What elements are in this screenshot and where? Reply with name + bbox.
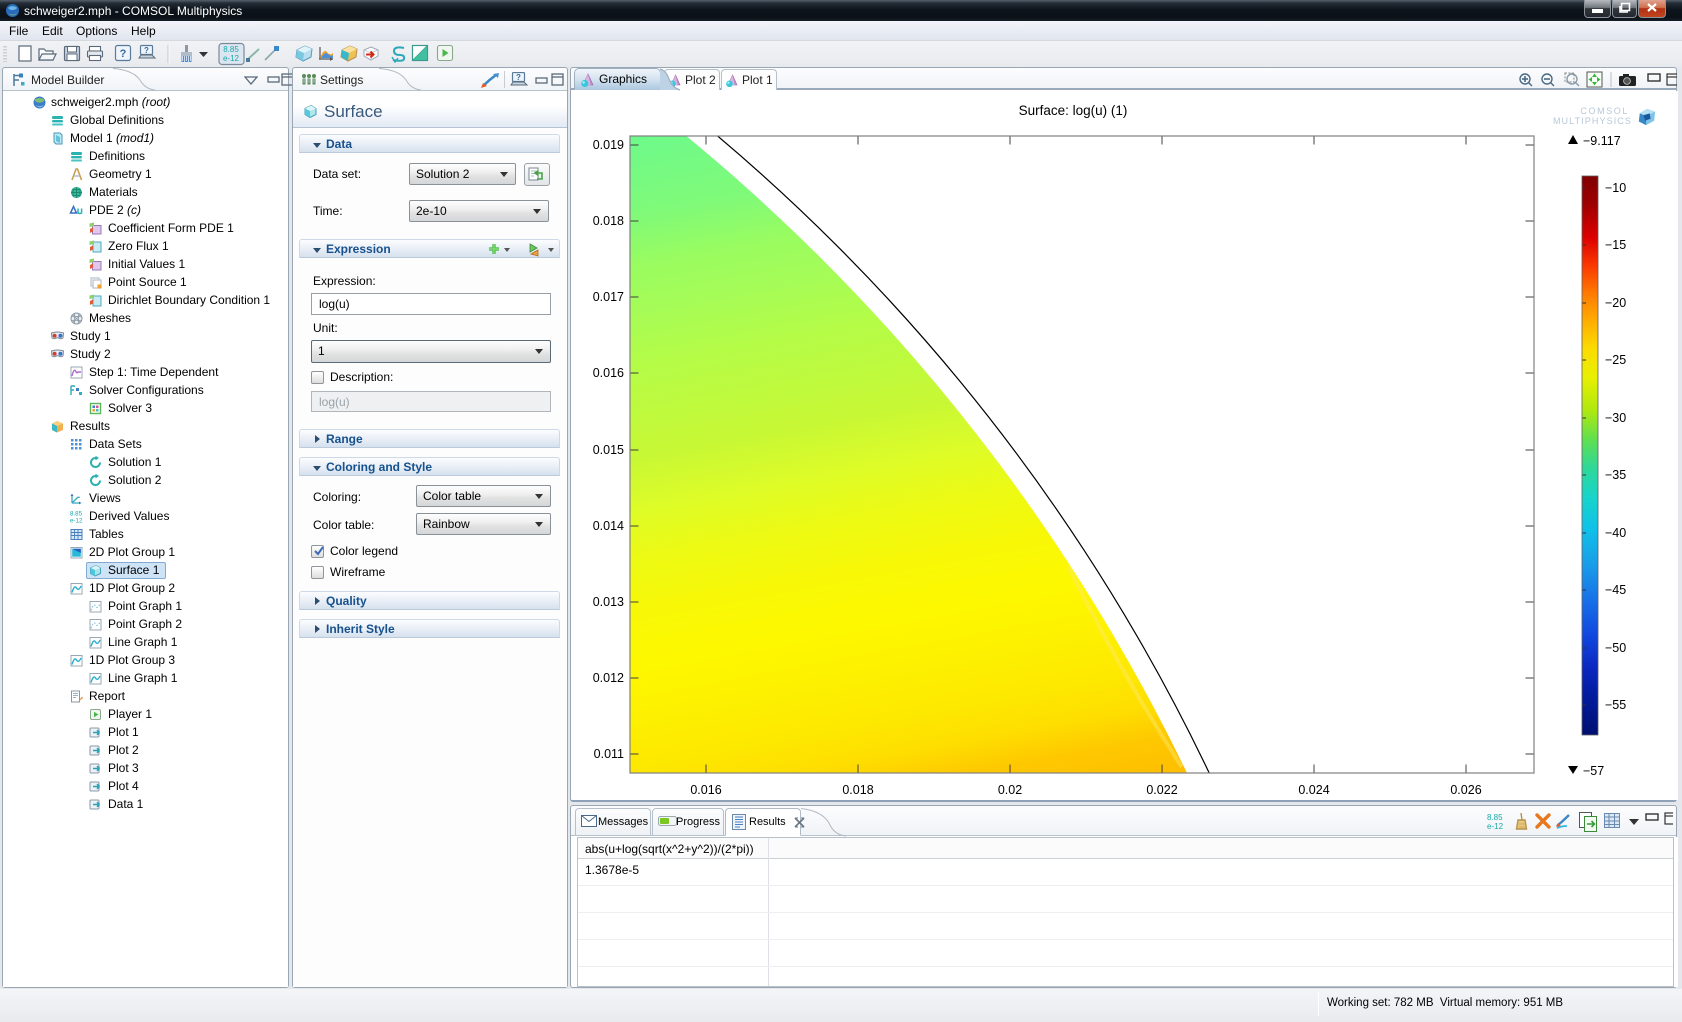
svg-text:0.014: 0.014 (593, 519, 624, 533)
svg-text:−9.117: −9.117 (1583, 134, 1621, 148)
svg-text:−20: −20 (1605, 296, 1626, 310)
svg-text:?: ? (516, 73, 521, 82)
svg-text:0.011: 0.011 (594, 747, 624, 761)
svg-text:?: ? (144, 46, 149, 55)
svg-text:0.022: 0.022 (1146, 783, 1177, 797)
svg-text:0.013: 0.013 (593, 595, 624, 609)
svg-text:e-12: e-12 (1487, 822, 1504, 831)
svg-text:0.018: 0.018 (842, 783, 873, 797)
svg-text:−35: −35 (1605, 468, 1626, 482)
svg-text:−40: −40 (1605, 526, 1626, 540)
svg-text:−55: −55 (1605, 698, 1626, 712)
svg-text:−45: −45 (1605, 583, 1626, 597)
svg-text:0.017: 0.017 (593, 290, 624, 304)
svg-text:0.024: 0.024 (1298, 783, 1329, 797)
svg-text:Surface: log(u) (1): Surface: log(u) (1) (1019, 103, 1128, 118)
svg-text:−30: −30 (1605, 411, 1626, 425)
svg-text:8.85: 8.85 (1487, 813, 1503, 822)
svg-text:−10: −10 (1605, 181, 1626, 195)
svg-text:0.016: 0.016 (593, 366, 624, 380)
svg-text:0.019: 0.019 (593, 138, 624, 152)
svg-text:MULTIPHYSICS: MULTIPHYSICS (1553, 116, 1632, 126)
svg-text:e-12: e-12 (70, 517, 83, 524)
svg-text:−15: −15 (1605, 238, 1626, 252)
svg-text:0.016: 0.016 (690, 783, 721, 797)
svg-text:COMSOL: COMSOL (1580, 106, 1629, 116)
svg-text:0.015: 0.015 (593, 443, 624, 457)
svg-text:8.85: 8.85 (223, 45, 239, 54)
svg-text:−50: −50 (1605, 641, 1626, 655)
svg-text:?: ? (120, 48, 127, 60)
svg-text:−57: −57 (1583, 764, 1604, 778)
svg-text:−25: −25 (1605, 353, 1626, 367)
svg-text:0.018: 0.018 (593, 214, 624, 228)
svg-text:0.012: 0.012 (593, 671, 624, 685)
svg-text:e-12: e-12 (223, 54, 240, 63)
svg-text:0.02: 0.02 (998, 783, 1022, 797)
svg-text:0.026: 0.026 (1450, 783, 1481, 797)
